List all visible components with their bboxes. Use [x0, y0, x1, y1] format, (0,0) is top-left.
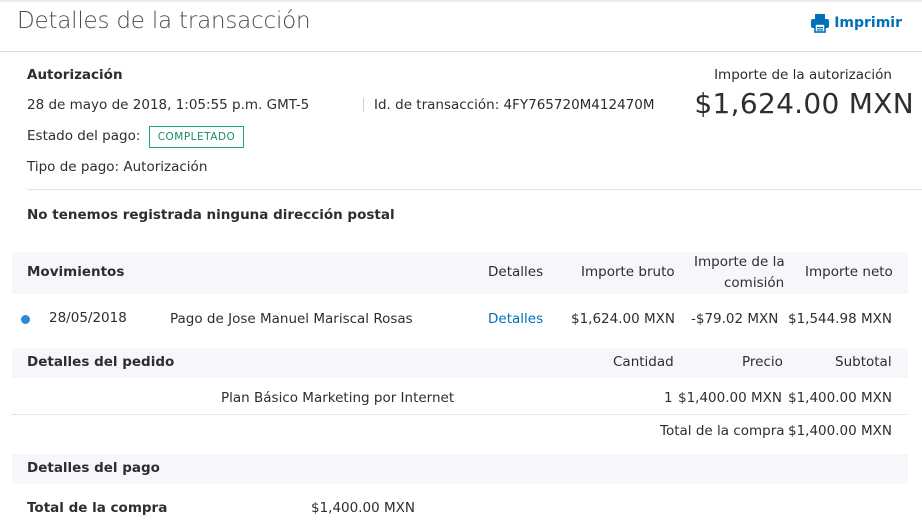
order-divider — [12, 414, 908, 415]
printer-icon — [810, 13, 830, 33]
order-title: Detalles del pedido — [27, 354, 175, 370]
print-label: Imprimir — [834, 15, 902, 31]
price-column-header: Precio — [742, 354, 783, 370]
movement-details-link[interactable]: Detalles — [488, 311, 543, 327]
status-dot — [21, 315, 30, 324]
status-badge: COMPLETADO — [149, 126, 244, 148]
movement-description: Pago de Jose Manuel Mariscal Rosas — [170, 311, 413, 327]
no-address-message: No tenemos registrada ninguna dirección … — [27, 207, 395, 223]
details-column-header: Detalles — [488, 264, 544, 280]
net-column-header: Importe neto — [805, 264, 893, 280]
order-total-label: Total de la compra — [660, 423, 785, 439]
payment-total: $1,400.00 MXN — [311, 500, 415, 516]
movement-gross: $1,624.00 MXN — [571, 311, 675, 327]
authorization-title: Autorización — [27, 67, 123, 83]
print-button[interactable]: Imprimir — [810, 13, 902, 33]
vertical-separator — [363, 98, 364, 112]
divider — [27, 189, 922, 190]
order-item-price: $1,400.00 MXN — [678, 390, 782, 406]
authorization-amount-label: Importe de la autorización — [714, 67, 892, 83]
order-item-quantity: 1 — [664, 390, 673, 406]
quantity-column-header: Cantidad — [613, 354, 674, 370]
movements-title: Movimientos — [27, 264, 125, 280]
transaction-id: Id. de transacción: 4FY765720M412470M — [374, 97, 655, 113]
payment-title: Detalles del pago — [27, 460, 160, 476]
page-title: Detalles de la transacción — [17, 8, 311, 34]
gross-column-header: Importe bruto — [581, 264, 675, 280]
order-item-name: Plan Básico Marketing por Internet — [221, 390, 455, 406]
movement-fee: -$79.02 MXN — [691, 311, 779, 327]
movement-net: $1,544.98 MXN — [788, 311, 892, 327]
payment-total-label: Total de la compra — [27, 500, 168, 516]
order-item-subtotal: $1,400.00 MXN — [788, 390, 892, 406]
fee-column-header-line2: comisión — [724, 275, 785, 291]
page-header: Detalles de la transacción Imprimir — [0, 2, 922, 52]
transaction-datetime: 28 de mayo de 2018, 1:05:55 p.m. GMT-5 — [27, 97, 310, 113]
order-total: $1,400.00 MXN — [788, 423, 892, 439]
payment-status-label: Estado del pago: — [27, 128, 141, 144]
fee-column-header-line1: Importe de la — [694, 254, 785, 270]
movement-date: 28/05/2018 — [49, 310, 127, 326]
subtotal-column-header: Subtotal — [835, 354, 892, 370]
authorization-amount: $1,624.00 MXN — [694, 87, 914, 120]
payment-type: Tipo de pago: Autorización — [27, 159, 208, 175]
